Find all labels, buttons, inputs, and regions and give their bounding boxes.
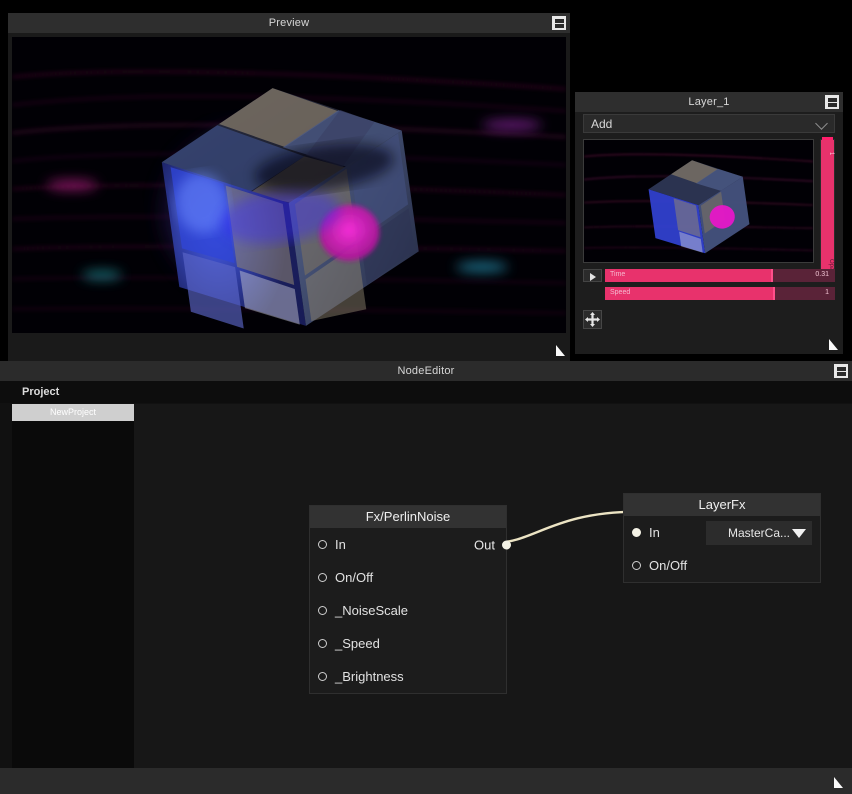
port-speed-icon[interactable]: [318, 639, 327, 648]
blend-mode-select[interactable]: Add: [583, 114, 835, 133]
time-slider-fill: [605, 269, 771, 282]
new-project-button[interactable]: NewProject: [12, 404, 134, 421]
node-row-speed[interactable]: _Speed: [310, 627, 506, 660]
node-layer-fx[interactable]: LayerFx In MasterCa... On/Off: [623, 493, 821, 583]
port-in-label: In: [335, 537, 346, 552]
port-brightness-label: _Brightness: [335, 669, 404, 684]
port-onoff-label: On/Off: [335, 570, 373, 585]
opacity-slider[interactable]: 1 Opacity: [820, 139, 835, 282]
triangle-down-icon: [792, 529, 806, 538]
preview-title-label: Preview: [269, 17, 310, 29]
chevron-down-icon: [815, 117, 828, 130]
speed-slider-knob[interactable]: [773, 287, 775, 300]
speed-slider-label: Speed: [610, 289, 630, 296]
opacity-slider-cap: [822, 137, 833, 140]
port-speed-label: _Speed: [335, 636, 380, 651]
speed-slider[interactable]: Speed 1: [605, 287, 835, 300]
project-sidebar: NewProject: [12, 404, 134, 768]
port-noisescale-icon[interactable]: [318, 606, 327, 615]
node-row-noisescale[interactable]: _NoiseScale: [310, 594, 506, 627]
node-perlin-noise[interactable]: Fx/PerlinNoise In Out On/Off _NoiseScale: [309, 505, 507, 694]
collapse-icon[interactable]: [825, 95, 839, 109]
collapse-icon[interactable]: [834, 364, 848, 378]
blend-mode-value: Add: [591, 117, 612, 131]
move-cross-glyph: [584, 311, 601, 328]
time-play-button[interactable]: [583, 269, 602, 282]
port-in-icon[interactable]: [318, 540, 327, 549]
preview-render-canvas[interactable]: [12, 37, 566, 333]
node-editor-title-label: NodeEditor: [397, 365, 454, 377]
node-editor-resize-handle[interactable]: [834, 777, 843, 788]
layerfx-target-dropdown[interactable]: MasterCa...: [706, 521, 812, 545]
param-row-speed: Speed 1: [583, 287, 835, 300]
node-row-layerfx-onoff[interactable]: On/Off: [624, 549, 820, 582]
port-out-label: Out: [474, 537, 495, 552]
project-bar: Project: [0, 381, 852, 403]
time-slider-knob[interactable]: [771, 269, 773, 282]
node-editor-panel: NodeEditor Project NewProject Fx/PerlinN…: [0, 361, 852, 794]
port-layerfx-onoff-label: On/Off: [649, 558, 687, 573]
preview-resize-handle[interactable]: [556, 345, 565, 356]
preview-artwork: [12, 37, 566, 333]
connection-wire: [496, 512, 638, 543]
port-noisescale-label: _NoiseScale: [335, 603, 408, 618]
opacity-value: 1: [821, 144, 834, 164]
node-editor-bottom-bar: [0, 768, 852, 794]
port-layerfx-in-icon[interactable]: [632, 528, 641, 537]
layerfx-target-value: MasterCa...: [728, 526, 790, 540]
port-layerfx-in-label: In: [649, 525, 660, 540]
time-slider-label: Time: [610, 271, 625, 278]
node-row-in[interactable]: In Out: [310, 528, 506, 561]
node-layer-fx-title[interactable]: LayerFx: [624, 494, 820, 516]
node-row-onoff[interactable]: On/Off: [310, 561, 506, 594]
app-window: Preview: [0, 0, 852, 794]
move-cross-icon[interactable]: [583, 310, 602, 329]
preview-title-bar[interactable]: Preview: [8, 13, 570, 33]
param-row-time: Time 0.31: [583, 269, 835, 282]
layer-panel: Layer_1 Add: [575, 92, 843, 354]
layer-title-label: Layer_1: [688, 96, 729, 108]
node-perlin-noise-title[interactable]: Fx/PerlinNoise: [310, 506, 506, 528]
node-row-layerfx-in[interactable]: In MasterCa...: [624, 516, 820, 549]
node-graph-canvas[interactable]: Fx/PerlinNoise In Out On/Off _NoiseScale: [134, 404, 852, 768]
collapse-icon[interactable]: [552, 16, 566, 30]
port-out-icon[interactable]: [502, 540, 511, 549]
port-onoff-icon[interactable]: [318, 573, 327, 582]
node-row-brightness[interactable]: _Brightness: [310, 660, 506, 693]
project-label: Project: [22, 386, 59, 398]
layer-thumbnail[interactable]: [583, 139, 814, 263]
preview-panel: Preview: [8, 13, 570, 361]
play-icon: [590, 273, 596, 281]
time-slider[interactable]: Time 0.31: [605, 269, 835, 282]
layer-resize-handle[interactable]: [829, 339, 838, 350]
layer-thumbnail-artwork: [584, 140, 813, 262]
layer-title-bar[interactable]: Layer_1: [575, 92, 843, 112]
speed-slider-value: 1: [825, 289, 829, 296]
port-brightness-icon[interactable]: [318, 672, 327, 681]
node-editor-title-bar[interactable]: NodeEditor: [0, 361, 852, 381]
port-out-group[interactable]: Out: [474, 537, 511, 552]
time-slider-value: 0.31: [815, 271, 829, 278]
port-layerfx-onoff-icon[interactable]: [632, 561, 641, 570]
